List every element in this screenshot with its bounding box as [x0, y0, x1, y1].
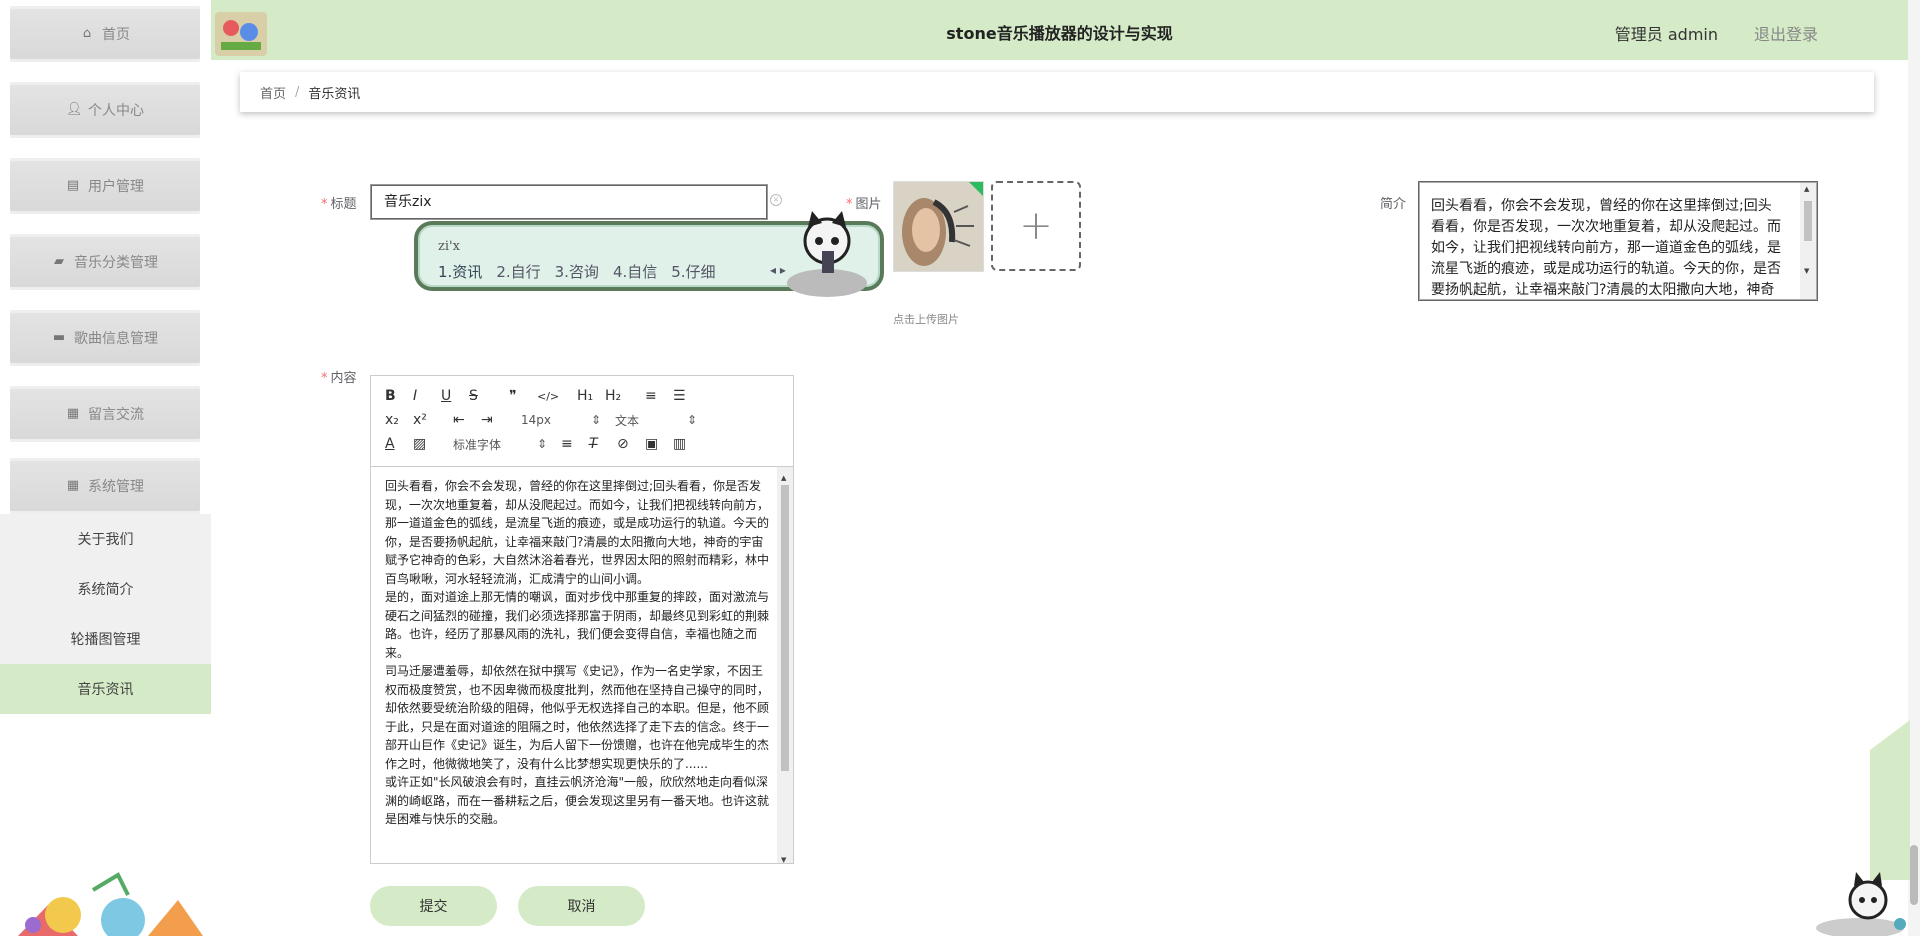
header-select[interactable]: 文本 ⇕ — [615, 412, 697, 429]
header1-button[interactable]: H₁ — [577, 388, 605, 404]
chat-icon: ▬ — [52, 330, 66, 345]
subscript-button[interactable]: x₂ — [385, 412, 413, 428]
ime-candidate[interactable]: 4.自信 — [613, 261, 657, 282]
sidebar-item-label: 系统管理 — [88, 479, 144, 495]
editor-scrollbar[interactable]: ▲ ▼ — [777, 467, 793, 863]
sidebar-item-label: 留言交流 — [88, 407, 144, 423]
sidebar-subitem-carousel[interactable]: 轮播图管理 — [0, 614, 211, 664]
italic-button[interactable]: I — [413, 388, 441, 404]
upload-tip: 点击上传图片 — [893, 313, 959, 326]
truck-icon: ▰ — [54, 254, 64, 269]
indent-icon[interactable]: ⇥ — [481, 412, 509, 428]
upload-image-button[interactable]: + — [991, 181, 1081, 271]
grid-icon: ▦ — [66, 478, 80, 493]
breadcrumb-separator: / — [295, 84, 300, 100]
ime-candidate[interactable]: 3.咨询 — [555, 261, 599, 282]
breadcrumb-home[interactable]: 首页 — [260, 83, 286, 102]
blockquote-button[interactable]: ❞ — [509, 388, 537, 404]
image-label: * 图片 — [846, 197, 882, 212]
select-arrow-icon: ⇕ — [590, 413, 601, 427]
editor-paragraph: 或许正如"长风破浪会有时，直挂云帆济沧海"一般，欣欣然地走向看似深渊的崎岖路，而… — [385, 775, 770, 826]
intro-label: 简介 — [1380, 197, 1407, 212]
sidebar-item-songs[interactable]: ▬ 歌曲信息管理 — [10, 310, 200, 366]
corner-decoration — [1870, 720, 1910, 880]
sidebar-subitem-about[interactable]: 关于我们 — [0, 514, 211, 564]
home-icon: ⌂ — [82, 26, 92, 41]
clipboard-icon: ▤ — [66, 178, 80, 193]
ordered-list-button[interactable]: ≡ — [645, 388, 673, 404]
ime-candidates: 1.资讯 2.自行 3.咨询 4.自信 5.仔细 — [438, 261, 716, 282]
align-icon[interactable]: ≡ — [561, 436, 589, 452]
font-family-select[interactable]: 标准字体 ⇕ — [453, 436, 547, 453]
font-size-select[interactable]: 14px ⇕ — [521, 413, 601, 427]
breadcrumb: 首页 / 音乐资讯 — [240, 72, 1874, 112]
bold-button[interactable]: B — [385, 388, 413, 404]
header2-button[interactable]: H₂ — [605, 388, 633, 404]
bullet-list-button[interactable]: ☰ — [673, 388, 701, 404]
title-label: * 标题 — [321, 197, 357, 212]
image-icon[interactable]: ▣ — [645, 436, 673, 452]
background-color-icon[interactable]: ▨ — [413, 436, 441, 452]
ime-candidate[interactable]: 5.仔细 — [671, 261, 715, 282]
ime-mascot-icon — [787, 211, 867, 297]
mascot-icon — [1816, 872, 1906, 936]
sidebar-item-music-category[interactable]: ▰ 音乐分类管理 — [10, 234, 200, 290]
content-label: * 内容 — [321, 371, 357, 386]
clear-format-icon[interactable]: T̶ — [589, 436, 617, 452]
strike-button[interactable]: S — [469, 388, 497, 404]
uploaded-image-thumbnail[interactable] — [893, 181, 984, 272]
sidebar-item-label: 音乐分类管理 — [74, 255, 158, 271]
select-arrow-icon: ⇕ — [536, 437, 547, 451]
title-input[interactable]: 音乐zix — [370, 184, 768, 220]
editor-toolbar: B I U S ❞ </> H₁ H₂ ≡ ☰ x₂ x² ⇤ ⇥ 14px⇕ — [371, 376, 793, 467]
user-icon: 👤︎ — [66, 102, 83, 117]
sidebar-item-label: 歌曲信息管理 — [74, 331, 158, 347]
editor-content[interactable]: 回头看看，你会不会发现，曾经的你在这里摔倒过;回头看看，你是否发现，一次次地重复… — [371, 467, 793, 863]
outdent-icon[interactable]: ⇤ — [453, 412, 481, 428]
decoration-illustration — [18, 872, 203, 936]
sidebar-subitem-intro[interactable]: 系统简介 — [0, 564, 211, 614]
submit-button[interactable]: 提交 — [370, 886, 497, 926]
sidebar-subitem-news[interactable]: 音乐资讯 — [0, 664, 211, 714]
rich-text-editor: B I U S ❞ </> H₁ H₂ ≡ ☰ x₂ x² ⇤ ⇥ 14px⇕ — [370, 375, 794, 864]
editor-paragraph: 司马迁屡遭羞辱，却依然在狱中撰写《史记》，作为一名史学家，不因王权而极度赞赏，也… — [385, 664, 770, 771]
ime-candidate-popup: zi'x 1.资讯 2.自行 3.咨询 4.自信 5.仔细 ◂ ▸ — [414, 211, 884, 297]
ime-candidate[interactable]: 1.资讯 — [438, 261, 482, 282]
clear-icon[interactable]: × — [770, 194, 782, 206]
ime-pinyin: zi'x — [438, 239, 460, 254]
sidebar-item-label: 首页 — [102, 27, 130, 43]
underline-button[interactable]: U — [441, 388, 469, 404]
select-arrow-icon: ⇕ — [686, 413, 697, 427]
grid-icon: ▦ — [66, 406, 80, 421]
sidebar: ⌂ 首页 👤︎ 个人中心 ▤ 用户管理 ▰ 音乐分类管理 ▬ 歌曲信息管理 ▦ … — [0, 0, 211, 936]
code-block-button[interactable]: </> — [537, 390, 565, 403]
top-header: stone音乐播放器的设计与实现 管理员 admin 退出登录 — [211, 0, 1908, 60]
sidebar-item-users[interactable]: ▤ 用户管理 — [10, 158, 200, 214]
ime-candidate[interactable]: 2.自行 — [496, 261, 540, 282]
editor-paragraph: 是的，面对道途上那无情的嘲讽，面对步伐中那重复的摔跤，面对激流与硬石之间猛烈的碰… — [385, 590, 770, 660]
intro-textarea[interactable]: 回头看看，你会不会发现，曾经的你在这里摔倒过;回头看看，你是否发现，一次次地重复… — [1418, 181, 1818, 301]
video-icon[interactable]: ▥ — [673, 436, 701, 452]
breadcrumb-current: 音乐资讯 — [308, 86, 361, 102]
system-submenu: 关于我们 系统简介 轮播图管理 音乐资讯 — [0, 514, 211, 714]
sidebar-item-messages[interactable]: ▦ 留言交流 — [10, 386, 200, 442]
sidebar-item-profile[interactable]: 👤︎ 个人中心 — [10, 82, 200, 138]
current-user: 管理员 admin — [1614, 25, 1718, 44]
superscript-button[interactable]: x² — [413, 412, 441, 428]
font-color-icon[interactable]: A — [385, 436, 413, 452]
sidebar-item-system[interactable]: ▦ 系统管理 — [10, 458, 200, 514]
logout-link[interactable]: 退出登录 — [1754, 21, 1818, 45]
sidebar-item-label: 用户管理 — [88, 179, 144, 195]
editor-paragraph: 回头看看，你会不会发现，曾经的你在这里摔倒过;回头看看，你是否发现，一次次地重复… — [385, 479, 770, 586]
sidebar-item-label: 个人中心 — [88, 103, 144, 119]
cancel-button[interactable]: 取消 — [518, 886, 645, 926]
intro-scrollbar[interactable]: ▲ ▼ — [1800, 183, 1816, 299]
sidebar-item-home[interactable]: ⌂ 首页 — [10, 6, 200, 62]
link-icon[interactable]: ⊘ — [617, 436, 645, 452]
